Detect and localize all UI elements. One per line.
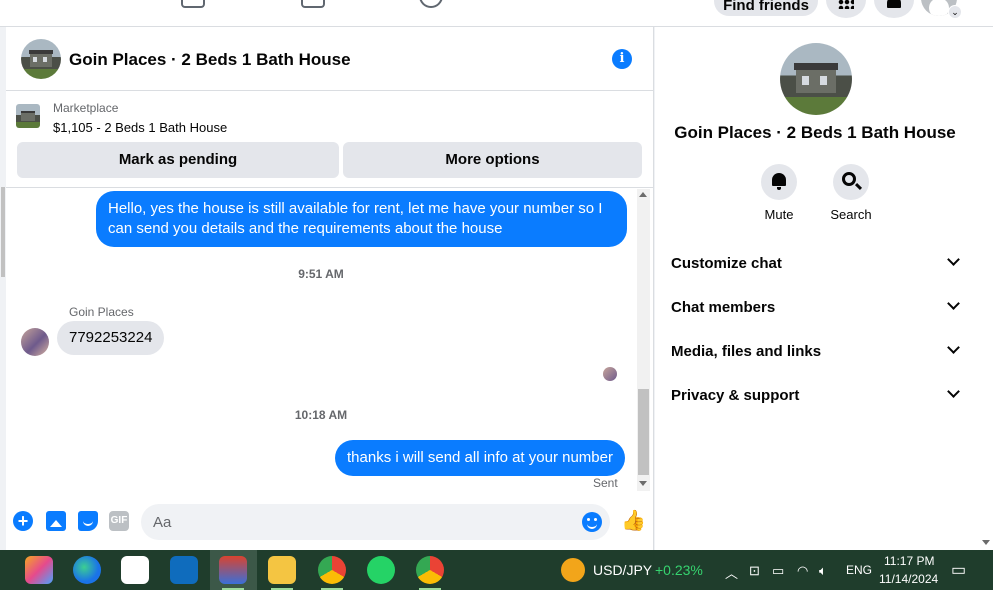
- chrome-profile-icon[interactable]: [416, 556, 444, 584]
- customize-chat-section[interactable]: Customize chat: [655, 243, 975, 283]
- chat-title[interactable]: Goin Places · 2 Beds 1 Bath House: [69, 50, 351, 70]
- mark-as-pending-button[interactable]: Mark as pending: [17, 142, 339, 178]
- details-listing-photo[interactable]: [780, 43, 852, 115]
- show-hidden-icons-chevron-icon[interactable]: ︿: [725, 563, 738, 582]
- search-action[interactable]: Search: [821, 164, 881, 222]
- whatsapp-icon[interactable]: [367, 556, 395, 584]
- chevron-down-icon: [947, 341, 960, 354]
- section-label: Chat members: [671, 299, 776, 316]
- conversation-details-panel: Goin Places · 2 Beds 1 Bath House Mute S…: [655, 27, 978, 550]
- emoji-icon[interactable]: [582, 512, 602, 532]
- thumbs-up-icon[interactable]: 👍: [621, 510, 646, 532]
- scroll-thumb[interactable]: [638, 389, 649, 475]
- media-files-links-section[interactable]: Media, files and links: [655, 331, 975, 371]
- grid-menu-icon: [838, 0, 854, 9]
- store-icon[interactable]: [121, 556, 149, 584]
- scroll-down-arrow-icon[interactable]: [982, 540, 990, 545]
- ticker-coins-icon[interactable]: [561, 558, 585, 582]
- mute-button[interactable]: [761, 164, 797, 200]
- search-icon: [842, 172, 856, 186]
- search-button[interactable]: [833, 164, 869, 200]
- scroll-down-arrow-icon[interactable]: [639, 481, 647, 486]
- marketplace-label: Marketplace: [53, 101, 119, 115]
- battery-icon[interactable]: ▭: [772, 563, 784, 579]
- ticker-change[interactable]: +0.23%: [655, 562, 703, 578]
- message-input-box[interactable]: [141, 504, 610, 540]
- wifi-icon[interactable]: ◠: [797, 563, 808, 579]
- listing-small-thumbnail[interactable]: [16, 104, 40, 128]
- gaming-nav-icon[interactable]: [419, 0, 443, 8]
- clock-date[interactable]: 11/14/2024: [879, 572, 938, 586]
- marketplace-listing-bar: Marketplace $1,105 - 2 Beds 1 Bath House…: [6, 92, 654, 188]
- plus-icon[interactable]: +: [13, 511, 33, 531]
- marketplace-nav-icon[interactable]: [181, 0, 205, 8]
- bell-icon: [772, 173, 786, 190]
- outgoing-message[interactable]: thanks i will send all info at your numb…: [335, 440, 625, 476]
- notifications-button[interactable]: [874, 0, 914, 18]
- photo-icon[interactable]: [46, 511, 66, 531]
- groups-nav-icon[interactable]: [301, 0, 325, 8]
- find-friends-button[interactable]: Find friends: [714, 0, 818, 16]
- message-input[interactable]: [153, 512, 573, 532]
- file-explorer-icon[interactable]: [268, 556, 296, 584]
- section-label: Media, files and links: [671, 343, 822, 360]
- chevron-down-icon: [947, 253, 960, 266]
- page-scrollbar[interactable]: [978, 27, 993, 550]
- section-label: Privacy & support: [671, 387, 800, 404]
- menu-button[interactable]: [826, 0, 866, 18]
- outlook-icon[interactable]: [170, 556, 198, 584]
- copilot-icon[interactable]: [25, 556, 53, 584]
- gif-icon[interactable]: GIF: [109, 511, 129, 531]
- chat-header: Goin Places · 2 Beds 1 Bath House i: [6, 27, 654, 91]
- more-options-button[interactable]: More options: [343, 142, 642, 178]
- seen-receipt-avatar: [603, 367, 617, 381]
- chrome-icon[interactable]: [318, 556, 346, 584]
- account-chevron-icon[interactable]: ⌄: [948, 5, 962, 19]
- mute-label: Mute: [764, 207, 794, 222]
- message-status: Sent: [593, 476, 618, 490]
- scroll-up-arrow-icon[interactable]: [639, 192, 647, 197]
- app-icon[interactable]: [219, 556, 247, 584]
- section-label: Customize chat: [671, 255, 782, 272]
- sticker-icon[interactable]: [78, 511, 98, 531]
- search-label: Search: [830, 207, 872, 222]
- incoming-message[interactable]: 7792253224: [57, 321, 165, 355]
- taskbar: USD/JPY +0.23% ︿ ⊡ ▭ ◠ 🔈︎ ENG 11:17 PM 1…: [0, 550, 993, 590]
- top-navigation: Find friends ⌄: [0, 0, 993, 27]
- sender-name: Goin Places: [69, 305, 134, 319]
- listing-price-title[interactable]: $1,105 - 2 Beds 1 Bath House: [53, 120, 227, 135]
- message-composer: + GIF 👍: [6, 499, 654, 545]
- sender-avatar[interactable]: [21, 328, 49, 356]
- ticker-name[interactable]: USD/JPY: [593, 562, 652, 578]
- chevron-down-icon: [947, 385, 960, 398]
- message-timestamp: 9:51 AM: [298, 267, 344, 281]
- chat-members-section[interactable]: Chat members: [655, 287, 975, 327]
- chevron-down-icon: [947, 297, 960, 310]
- page-left-scroll-thumb[interactable]: [1, 187, 5, 277]
- mute-action[interactable]: Mute: [749, 164, 809, 222]
- listing-thumbnail[interactable]: [21, 39, 61, 79]
- privacy-support-section[interactable]: Privacy & support: [655, 375, 975, 415]
- chat-panel: Goin Places · 2 Beds 1 Bath House i Mark…: [6, 27, 654, 550]
- edge-icon[interactable]: [73, 556, 101, 584]
- language-indicator[interactable]: ENG: [846, 563, 872, 577]
- message-timestamp: 10:18 AM: [294, 408, 348, 422]
- message-list: Hello, yes the house is still available …: [6, 189, 636, 491]
- message-scrollbar[interactable]: [637, 189, 650, 491]
- info-icon[interactable]: i: [612, 49, 632, 69]
- meet-icon[interactable]: ⊡: [749, 563, 760, 579]
- notification-bell-icon: [887, 0, 901, 8]
- notification-center-icon[interactable]: ▭: [951, 560, 966, 580]
- clock-time[interactable]: 11:17 PM: [884, 554, 934, 568]
- details-title: Goin Places · 2 Beds 1 Bath House: [674, 123, 956, 142]
- volume-icon[interactable]: 🔈︎: [819, 563, 827, 579]
- outgoing-message[interactable]: Hello, yes the house is still available …: [96, 191, 627, 247]
